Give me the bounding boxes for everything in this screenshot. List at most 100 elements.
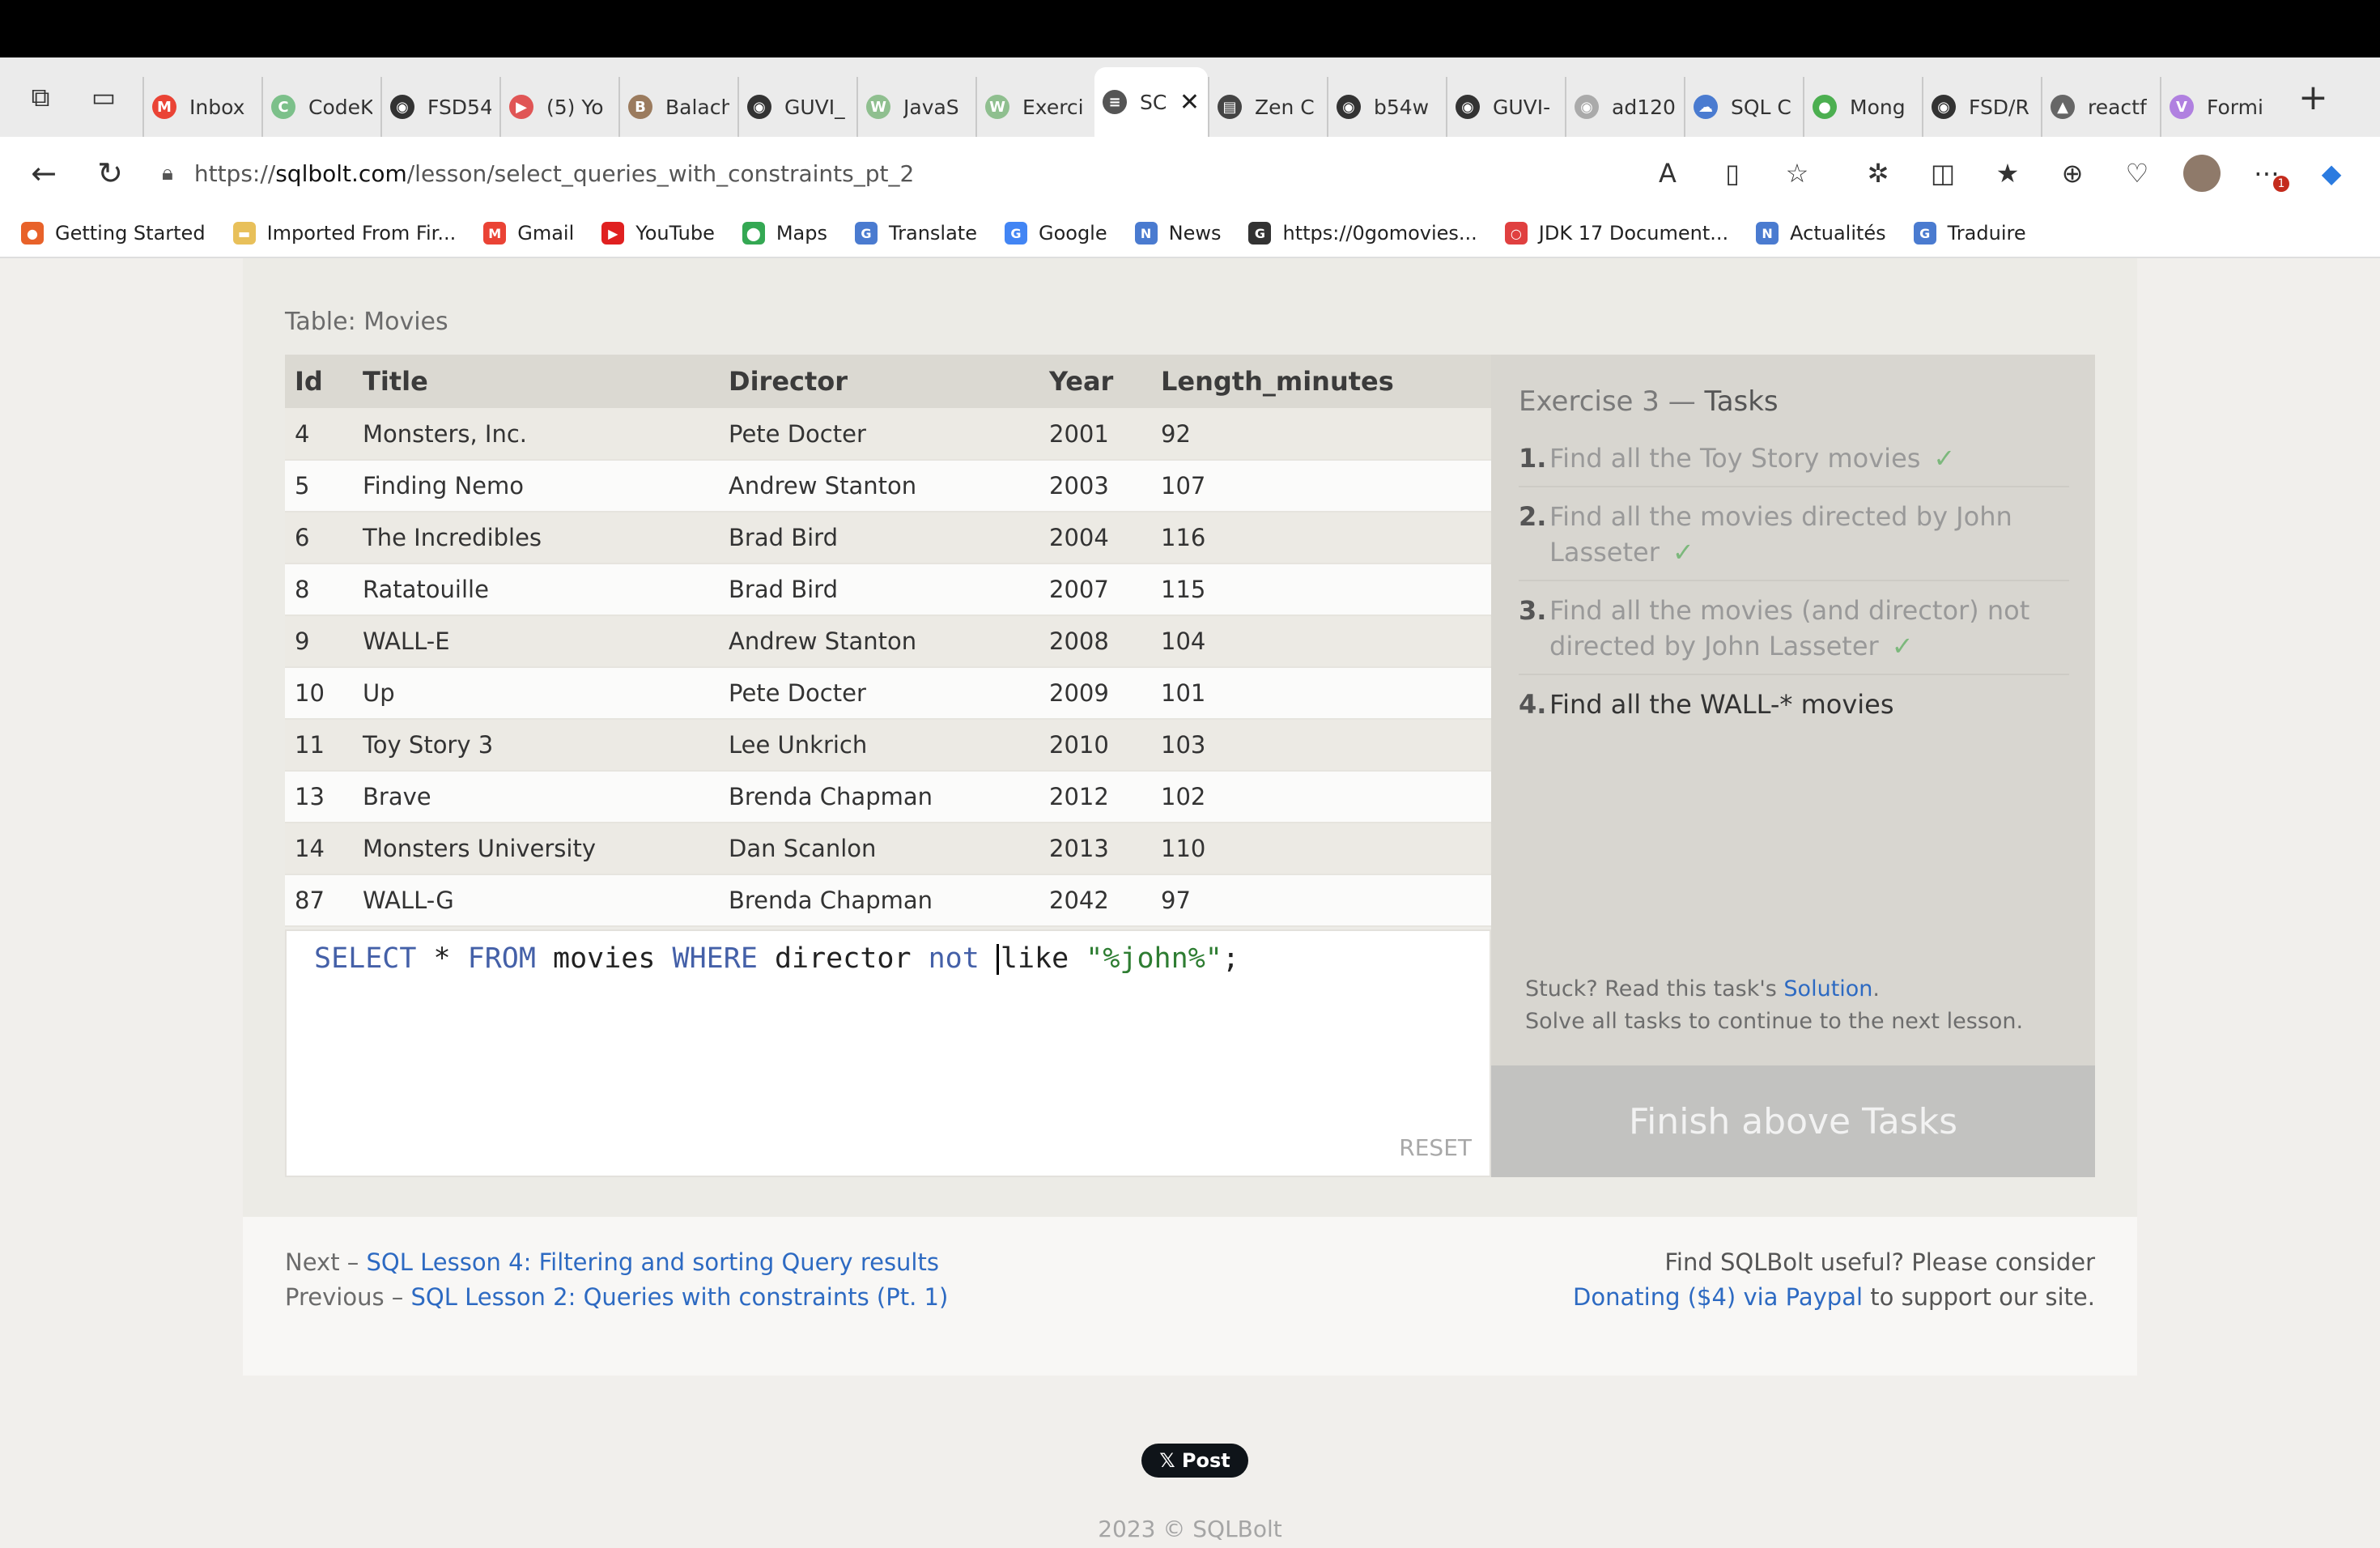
table-cell: 2042 [1039,874,1151,927]
bookmark-item[interactable]: Ghttps://0gomovies... [1248,222,1477,245]
sql-terminator: ; [1222,942,1239,975]
tab[interactable]: W Exerci [975,77,1094,137]
copyright: 2023 © SQLBolt [1098,1516,1282,1542]
url-field[interactable]: 🔒︎ https://sqlbolt.com/lesson/select_que… [162,145,1611,202]
sql-keyword-from: FROM [467,942,536,975]
bookmark-item[interactable]: ⬤ Maps [742,222,827,245]
solution-link[interactable]: Solution [1783,976,1872,1002]
table-cell: 9 [285,615,353,668]
lock-icon[interactable]: 🔒︎ [162,161,173,186]
back-button[interactable]: ← [19,149,68,198]
w3schools-icon: W [985,95,1009,119]
tab[interactable]: ● Mong [1803,77,1922,137]
bookmark-item[interactable]: G Traduire [1913,222,2026,245]
tab[interactable]: C CodeK [261,77,380,137]
task-text-wrap: Find all the WALL-* movies [1549,687,1894,722]
favorite-star-icon[interactable]: ☆ [1765,148,1830,198]
refresh-button[interactable]: ↻ [86,149,134,198]
bookmark-item[interactable]: ▶ YouTube [601,222,715,245]
w3schools-icon: W [866,95,890,119]
github-icon: ◉ [747,95,771,119]
task-list: 1. Find all the Toy Story movies ✓ 2. Find a… [1519,436,2069,738]
tab-label: b54w [1374,95,1430,119]
tab[interactable]: B Balach [618,77,737,137]
table-cell: Andrew Stanton [719,615,1039,668]
reader-view-icon[interactable]: ▯ [1700,148,1765,198]
read-aloud-icon[interactable]: A [1635,148,1700,198]
tab[interactable]: ◉ GUVI_ [737,77,856,137]
close-tab-icon[interactable]: ✕ [1179,88,1200,117]
bookmark-item[interactable]: G Translate [855,222,977,245]
bookmark-item[interactable]: G Google [1004,222,1107,245]
table-cell: 110 [1151,823,1491,875]
finish-tasks-button[interactable]: Finish above Tasks [1491,1065,2095,1177]
new-tab-button[interactable]: + [2298,77,2328,118]
collections-icon[interactable]: ⊕ [2040,148,2105,198]
tab-strip: ⧉ ▭ M Inbox C CodeK ◉ FSD54 ▶ (5) Yo B Balach ◉ GUV… [0,57,2380,137]
table-cell: WALL-G [353,874,719,927]
tab-active[interactable]: ≡ SC ✕ [1094,67,1208,137]
table-cell: 2001 [1039,408,1151,461]
bookmark-item[interactable]: N Actualités [1756,222,1886,245]
bookmark-label: YouTube [635,222,715,245]
donate-link[interactable]: Donating ($4) via Paypal [1573,1283,1863,1311]
browser-essentials-icon[interactable]: ♡ [2105,148,2170,198]
extensions-icon[interactable]: ✲ [1846,148,1910,198]
task-item: 1. Find all the Toy Story movies ✓ [1519,436,2069,487]
github-icon: ◉ [1932,95,1956,119]
checkmark-icon: ✓ [1672,537,1694,568]
bookmark-item[interactable]: N News [1134,222,1221,245]
table-header-row: Id Title Director Year Length_minutes [285,355,1491,408]
table-cell: Finding Nemo [353,460,719,512]
tab-label: Mong [1850,95,1906,119]
tab[interactable]: ▲ reactf [2041,77,2160,137]
sql-column: director [757,942,929,975]
tab[interactable]: V Formi [2160,77,2279,137]
table-cell: 104 [1151,615,1491,668]
tab[interactable]: ▤ Zen C [1208,77,1327,137]
task-item: 4. Find all the WALL-* movies [1519,682,2069,732]
tab[interactable]: ▶ (5) Yo [499,77,618,137]
tab[interactable]: ☁ SQL C [1684,77,1803,137]
table-cell: 4 [285,408,353,461]
sql-star: * [416,942,468,975]
workspaces-icon[interactable]: ⧉ [18,74,63,120]
bookmark-item[interactable]: ▬ Imported From Fir... [232,222,456,245]
table-cell: 2010 [1039,719,1151,772]
tab[interactable]: M Inbox [142,77,261,137]
movies-table: Id Title Director Year Length_minutes 4 Monst… [285,355,1491,927]
sql-query[interactable]: SELECT * FROM movies WHERE director not … [314,942,1239,975]
tab[interactable]: ◉ FSD54 [380,77,499,137]
sql-like: like [1000,942,1086,975]
tab[interactable]: ◉ FSD/R [1922,77,2041,137]
task-number: 4. [1519,689,1547,720]
github-icon: ◉ [1337,95,1361,119]
split-screen-icon[interactable]: ◫ [1910,148,1975,198]
vercel-icon: V [2170,95,2194,119]
bookmark-item[interactable]: ○ JDK 17 Document... [1504,222,1728,245]
column-header: Id [285,355,353,408]
tab[interactable]: ◉ GUVI- [1446,77,1565,137]
tab[interactable]: W JavaS [856,77,975,137]
tab-actions-icon[interactable]: ▭ [81,74,126,120]
bookmark-item[interactable]: M Gmail [483,222,574,245]
next-lesson-link[interactable]: SQL Lesson 4: Filtering and sorting Quer… [367,1248,939,1276]
x-post-button[interactable]: 𝕏 Post [1141,1444,1248,1478]
previous-lesson-link[interactable]: SQL Lesson 2: Queries with constraints (… [411,1283,949,1311]
query-editor[interactable]: SELECT * FROM movies WHERE director not … [285,929,1491,1177]
tab[interactable]: ◉ ad120 [1565,77,1684,137]
task-text-wrap: Find all the Toy Story movies ✓ [1549,440,1955,476]
bookmark-item[interactable]: ● Getting Started [21,222,206,245]
react-icon: ▲ [2051,95,2075,119]
favorites-icon[interactable]: ★ [1975,148,2040,198]
gmail-icon: M [483,222,507,245]
reset-button[interactable]: RESET [1399,1134,1472,1161]
profile-avatar[interactable] [2170,148,2234,198]
tab[interactable]: ◉ b54w [1327,77,1446,137]
more-menu-icon[interactable]: ⋯ 1 [2234,148,2299,198]
task-text: Find all the movies directed by John Las… [1549,501,2012,568]
sql-cloud-icon: ☁ [1694,95,1718,119]
tab-label: Balach [665,95,729,119]
copilot-icon[interactable]: ◆ [2299,148,2364,198]
bookmark-label: Gmail [517,222,575,245]
